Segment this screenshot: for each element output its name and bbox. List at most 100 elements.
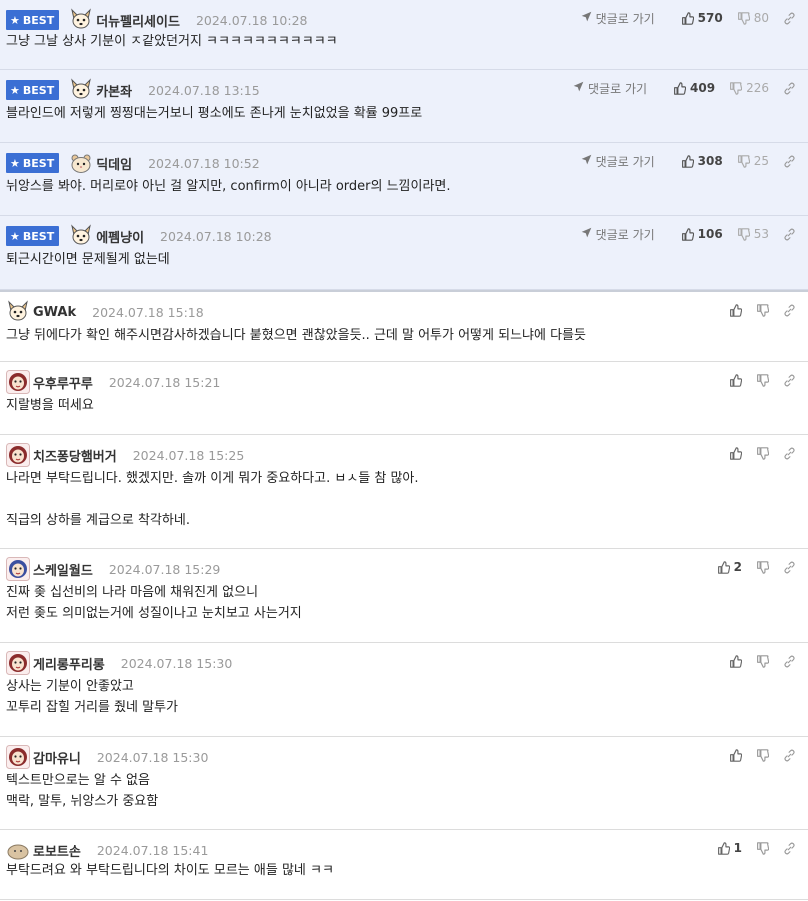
downvote-button[interactable] xyxy=(756,303,769,317)
goto-label: 댓글로 가기 xyxy=(595,227,655,242)
goto-comment-link[interactable]: 댓글로 가기 xyxy=(581,226,655,243)
share-link-button[interactable] xyxy=(783,304,796,317)
share-link-button[interactable] xyxy=(783,228,796,241)
nickname[interactable]: 에펨냥이 xyxy=(96,227,144,246)
share-link-button[interactable] xyxy=(783,155,796,168)
upvote-button[interactable] xyxy=(729,373,742,387)
comment-date: 2024.07.18 15:30 xyxy=(120,655,233,671)
downvote-button[interactable] xyxy=(756,373,769,387)
share-link-button[interactable] xyxy=(783,82,796,95)
link-icon xyxy=(783,304,796,317)
best-comment: ★ BEST 카본좌 2024.07.18 13:15 댓글로 가기 409 22… xyxy=(0,70,808,143)
thumb-up-icon xyxy=(729,654,742,668)
downvote-button[interactable]: 226 xyxy=(729,81,769,95)
avatar[interactable] xyxy=(69,8,93,32)
nickname[interactable]: 딕데임 xyxy=(96,154,132,173)
avatar[interactable] xyxy=(6,443,30,467)
downvote-button[interactable]: 53 xyxy=(737,227,769,241)
share-link-button[interactable] xyxy=(783,12,796,25)
comment-date: 2024.07.18 13:15 xyxy=(148,82,260,98)
link-icon xyxy=(783,12,796,25)
best-label: BEST xyxy=(22,156,55,170)
share-link-button[interactable] xyxy=(783,655,796,668)
share-link-button[interactable] xyxy=(783,561,796,574)
comment-actions xyxy=(715,745,796,765)
link-icon xyxy=(783,561,796,574)
avatar[interactable] xyxy=(6,557,30,581)
comment: 스케일월드 2024.07.18 15:29 2 진짜 좆 십선비의 나라 마음… xyxy=(0,549,808,643)
upvote-count: 409 xyxy=(690,81,716,95)
downvote-button[interactable] xyxy=(756,446,769,460)
thumb-down-icon xyxy=(737,11,750,25)
upvote-button[interactable]: 106 xyxy=(681,227,723,241)
star-icon: ★ xyxy=(10,229,20,243)
thumb-down-icon xyxy=(737,227,750,241)
avatar[interactable] xyxy=(69,224,93,248)
nickname[interactable]: 게리롱푸리롱 xyxy=(33,654,105,673)
downvote-button[interactable] xyxy=(756,654,769,668)
thumb-down-icon xyxy=(756,560,769,574)
comment-actions: 댓글로 가기 409 226 xyxy=(573,78,796,98)
thumb-up-icon xyxy=(681,154,694,168)
nickname[interactable]: 로보트손 xyxy=(33,841,81,860)
link-icon xyxy=(783,155,796,168)
avatar[interactable] xyxy=(6,838,30,862)
downvote-button[interactable] xyxy=(756,841,769,855)
comment-list: ★ BEST 더뉴펠리세이드 2024.07.18 10:28 댓글로 가기 57… xyxy=(0,0,808,900)
link-icon xyxy=(783,82,796,95)
upvote-button[interactable] xyxy=(729,748,742,762)
comment-header: 게리롱푸리롱 2024.07.18 15:30 xyxy=(6,651,232,675)
comment-text: 그냥 뒤에다가 확인 해주시면감사하겠습니다 붙혔으면 괜찮았을듯.. 근데 말… xyxy=(6,328,586,343)
avatar[interactable] xyxy=(6,651,30,675)
comment-date: 2024.07.18 15:41 xyxy=(96,842,209,858)
thumb-down-icon xyxy=(756,446,769,460)
comment-text: 뉘앙스를 봐야. 머리로야 아닌 걸 알지만, confirm이 아니라 ord… xyxy=(6,179,451,194)
upvote-button[interactable]: 570 xyxy=(681,11,723,25)
comment: 로보트손 2024.07.18 15:41 1 부탁드려요 와 부탁드립니다의 … xyxy=(0,830,808,900)
goto-comment-link[interactable]: 댓글로 가기 xyxy=(581,10,655,27)
comment-date: 2024.07.18 10:28 xyxy=(195,12,308,28)
nickname[interactable]: 우후루꾸루 xyxy=(33,373,93,392)
comment-text: 진짜 좆 십선비의 나라 마음에 채워진게 없으니 저런 좆도 의미없는거에 성… xyxy=(6,585,302,621)
goto-label: 댓글로 가기 xyxy=(595,154,655,169)
thumb-down-icon xyxy=(756,841,769,855)
goto-label: 댓글로 가기 xyxy=(595,11,655,26)
best-badge: ★ BEST xyxy=(6,153,60,173)
best-badge: ★ BEST xyxy=(6,80,60,100)
avatar[interactable] xyxy=(6,745,30,769)
comment-date: 2024.07.18 15:18 xyxy=(92,304,204,320)
nickname[interactable]: 치즈퐁당햄버거 xyxy=(33,446,117,465)
avatar[interactable] xyxy=(69,151,93,175)
link-icon xyxy=(783,447,796,460)
share-link-button[interactable] xyxy=(783,749,796,762)
nickname[interactable]: GWAk xyxy=(33,305,76,320)
goto-comment-link[interactable]: 댓글로 가기 xyxy=(573,80,647,97)
upvote-button[interactable]: 1 xyxy=(717,841,742,855)
avatar[interactable] xyxy=(69,78,93,102)
downvote-button[interactable] xyxy=(756,748,769,762)
nickname[interactable]: 스케일월드 xyxy=(33,560,93,579)
upvote-button[interactable] xyxy=(729,654,742,668)
upvote-button[interactable] xyxy=(729,303,742,317)
nickname[interactable]: 카본좌 xyxy=(96,81,132,100)
downvote-button[interactable]: 80 xyxy=(737,11,769,25)
upvote-button[interactable]: 2 xyxy=(717,560,742,574)
nickname[interactable]: 감마유니 xyxy=(33,748,81,767)
share-link-button[interactable] xyxy=(783,447,796,460)
nickname[interactable]: 더뉴펠리세이드 xyxy=(96,11,180,30)
star-icon: ★ xyxy=(10,83,20,97)
goto-comment-link[interactable]: 댓글로 가기 xyxy=(581,153,655,170)
upvote-button[interactable]: 308 xyxy=(681,154,723,168)
comment-date: 2024.07.18 15:21 xyxy=(108,374,221,390)
upvote-button[interactable] xyxy=(729,446,742,460)
downvote-button[interactable] xyxy=(756,560,769,574)
upvote-button[interactable]: 409 xyxy=(673,81,715,95)
share-link-button[interactable] xyxy=(783,374,796,387)
avatar[interactable] xyxy=(6,370,30,394)
downvote-button[interactable]: 25 xyxy=(737,154,769,168)
thumb-up-icon xyxy=(729,373,742,387)
thumb-down-icon xyxy=(756,303,769,317)
avatar[interactable] xyxy=(6,300,30,324)
comment-header: 감마유니 2024.07.18 15:30 xyxy=(6,745,208,769)
share-link-button[interactable] xyxy=(783,842,796,855)
